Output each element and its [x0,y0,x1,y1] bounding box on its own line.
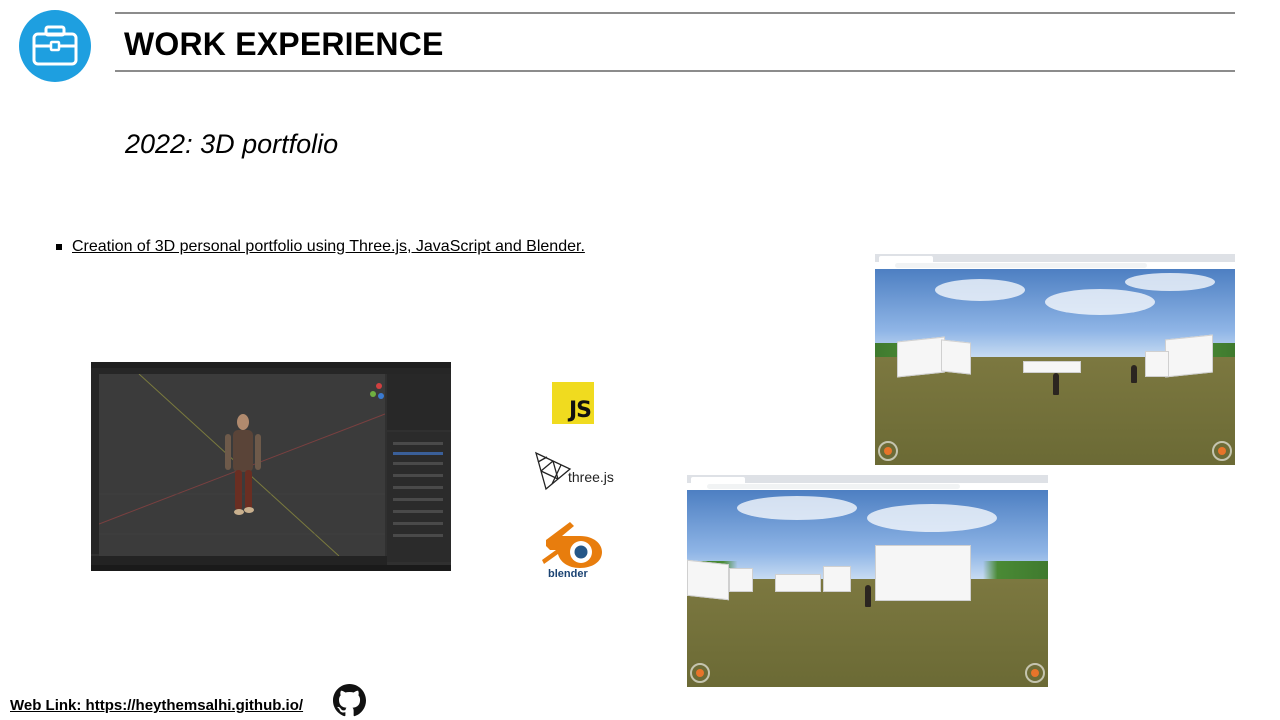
project-subtitle: 2022: 3D portfolio [125,129,339,159]
portfolio-screenshot-2 [687,475,1048,687]
blender-logo-text: blender [548,568,588,580]
page-title: WORK EXPERIENCE [124,26,444,62]
header-top-rule [115,12,1235,14]
portfolio-screenshot-1 [875,254,1235,465]
header-bottom-rule [115,70,1235,72]
javascript-logo: JS [552,382,594,424]
bullet-item: Creation of 3D personal portfolio using … [56,238,585,256]
threejs-logo-text: three.js [568,469,614,485]
github-icon[interactable] [333,684,366,717]
briefcase-icon [19,10,91,82]
bullet-square-icon [56,244,62,250]
bullet-text[interactable]: Creation of 3D personal portfolio using … [72,238,585,256]
blender-screenshot [91,362,451,571]
web-link[interactable]: Web Link: https://heythemsalhi.github.io… [10,697,303,714]
blender-logo-icon [542,522,602,568]
